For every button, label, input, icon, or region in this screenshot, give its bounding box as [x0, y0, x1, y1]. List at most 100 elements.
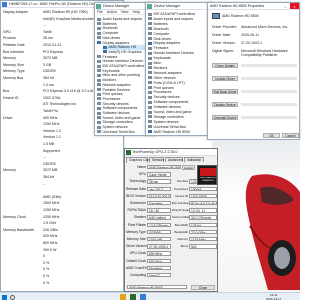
detail-label: Device ID	[3, 95, 19, 100]
detail-label	[3, 109, 41, 113]
driver-action-button[interactable]: Uninstall Device	[212, 115, 238, 120]
search-icon[interactable]	[10, 294, 15, 300]
tree-item-label: Security devices	[102, 101, 129, 106]
detail-value: 1.5 GHz	[43, 221, 57, 226]
tree-item-label: Disk drives	[153, 36, 172, 41]
driver-action-button[interactable]: Roll Back Driver	[212, 89, 238, 94]
tree-item-label: IDE ATA/ATAPI controllers	[153, 12, 196, 16]
bluetooth-icon	[97, 26, 101, 30]
detail-value: ...	[43, 181, 46, 186]
tree-item-label: Ports (COM & LPT)	[153, 80, 185, 85]
field-label: Texture Fillrate	[172, 215, 191, 220]
field-value: Cape Verde	[147, 172, 171, 177]
driver-action-button[interactable]: Disable Device	[212, 102, 238, 107]
keyboard-icon	[97, 69, 101, 73]
taskbar-app-icon[interactable]	[130, 294, 136, 300]
tree-item-label: Software components	[102, 106, 138, 111]
hwinfo-app-icon	[2, 2, 7, 7]
detail-label	[3, 241, 41, 245]
detail-label: Memory Bus	[3, 76, 24, 80]
disk-icon	[97, 36, 101, 40]
detail-label: Driver	[3, 115, 13, 120]
hid-icon	[97, 59, 101, 63]
detail-label	[3, 188, 41, 192]
tree-item-label: Computer	[102, 31, 119, 36]
tree-item[interactable]: AMD Radeon HD 8500	[148, 130, 211, 135]
tree-item-label: Monitors	[153, 65, 168, 70]
properties-dialog: AMD Radeon HD 8500 Properties – × AMD Ra…	[207, 2, 300, 140]
gpuz-window: TechPowerUp GPU-Z 2.35.0 Graphics Card Se…	[124, 148, 218, 292]
speaker-icon	[148, 17, 152, 21]
detail-label	[3, 254, 41, 258]
tree-item-label: Mice and other pointing	[102, 73, 140, 78]
field-label: GPU Clock	[129, 251, 146, 256]
field-label: Transistors	[173, 186, 188, 191]
controller-icon	[97, 64, 101, 68]
detail-label	[3, 175, 41, 179]
display-icon	[97, 41, 101, 45]
security-icon	[148, 95, 152, 99]
usb-icon	[148, 125, 152, 129]
detail-value: GDDR5	[43, 161, 56, 166]
detail-label	[3, 182, 41, 186]
detail-label: Memory Clock	[3, 214, 26, 219]
field-value: 32.0 GTexel/s	[189, 215, 217, 220]
chip-icon	[148, 81, 152, 85]
taskbar-app-icon[interactable]	[120, 294, 126, 300]
detail-label	[3, 142, 41, 146]
field-label: AMD CrossFire	[126, 265, 149, 270]
menu-item[interactable]: Help	[133, 10, 140, 14]
tree-item-label: Firmware	[102, 54, 118, 59]
detail-value: AMD (Elite)	[43, 194, 62, 199]
field-label: ROPs/TMUs	[127, 208, 147, 213]
tree-item-label: Processors	[102, 96, 121, 101]
cancel-button[interactable]: Cancel	[282, 133, 299, 138]
driver-action-button[interactable]: Driver Details	[212, 63, 238, 68]
start-icon[interactable]	[2, 294, 7, 300]
monitor-icon	[97, 78, 101, 82]
detail-label: Bus	[3, 89, 10, 94]
field-label: Memory	[177, 237, 188, 241]
tree-item-label: Audio inputs and outputs	[153, 16, 194, 21]
driver-action-button[interactable]: Update Driver	[212, 76, 238, 81]
detail-label	[3, 234, 41, 238]
field-value: 28 nm	[147, 179, 171, 184]
amd-badge-text: AMD RADEON GRAPHICS	[200, 177, 216, 182]
desktop-wallpaper	[212, 140, 300, 292]
network-icon	[97, 83, 101, 87]
detail-label	[3, 261, 41, 265]
bluetooth-icon	[148, 27, 152, 31]
menu-item[interactable]: Action	[107, 10, 117, 14]
gpuz-device-select[interactable]: AMD Radeon HD 8500	[127, 285, 187, 290]
field-label: Technology	[129, 179, 146, 184]
tree-item-label: System devices	[102, 125, 128, 130]
field-label: Bandwidth	[174, 229, 189, 234]
devmgr2-title-bar: Device Manager	[146, 3, 211, 10]
tree-item-label: Processors	[153, 90, 172, 95]
menu-item[interactable]: View	[121, 10, 129, 14]
field-label: Shaders	[133, 215, 146, 220]
tree-item-label: Storage controllers	[153, 114, 184, 119]
detail-label	[3, 135, 41, 139]
tree-item-label: Sound, video and game	[102, 115, 141, 120]
tree-item-label: System devices	[153, 119, 179, 124]
detail-label: Release Date	[3, 43, 25, 47]
field-value: 800 MHz	[147, 251, 171, 256]
lookup-button[interactable]: Lookup	[182, 165, 195, 170]
field-value: 640 Unified	[147, 215, 171, 220]
ok-button[interactable]: OK	[263, 133, 280, 138]
detail-label: Process	[3, 36, 16, 41]
menu-item[interactable]: File	[97, 10, 103, 14]
chip-icon	[148, 105, 152, 109]
gpuz-close-button[interactable]: Close	[191, 285, 215, 290]
speaker-icon	[148, 110, 152, 114]
computer-icon	[97, 31, 101, 35]
field-label: Subvendor	[130, 201, 146, 205]
field-label: Memory Type	[126, 229, 146, 234]
field-label: Driver Version	[126, 244, 147, 249]
detail-value: 925 MHz	[43, 234, 58, 239]
taskbar-app-icon[interactable]	[140, 294, 146, 300]
tree-item-label: Mice	[153, 61, 162, 65]
display-icon	[148, 130, 152, 134]
detail-label	[3, 155, 41, 159]
